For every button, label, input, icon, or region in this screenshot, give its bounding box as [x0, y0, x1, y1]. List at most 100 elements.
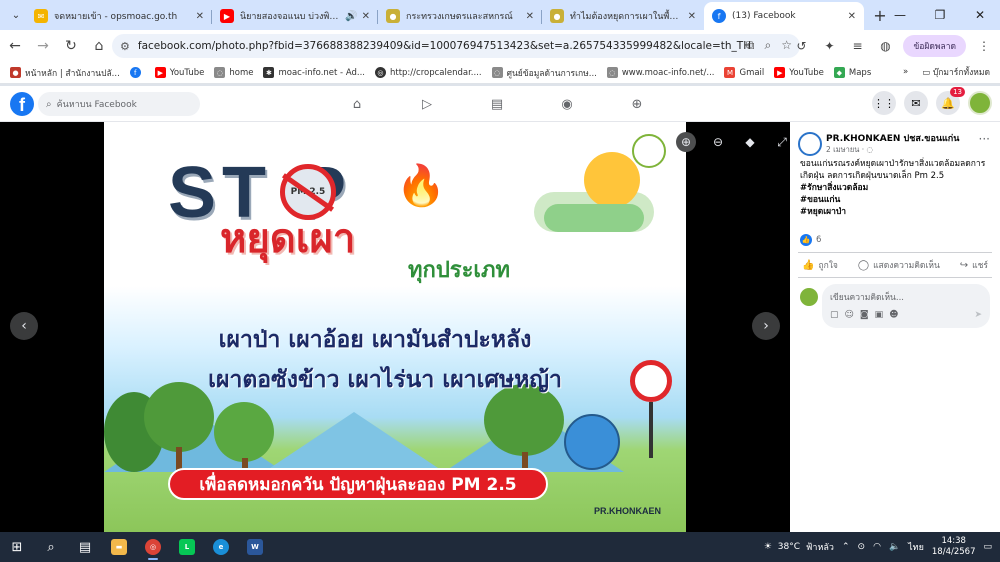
groups-icon[interactable]: ◉	[550, 92, 584, 116]
close-icon[interactable]: ✕	[688, 11, 696, 22]
camera-icon[interactable]: ◙	[860, 310, 869, 320]
sticker-icon[interactable]: ▢	[830, 310, 839, 320]
zoom-out-icon[interactable]: ⊖	[708, 132, 728, 152]
bookmark-item[interactable]: ✱ moac-info.net - Ad...	[263, 67, 365, 78]
hashtag-link[interactable]: #หยุดเผาป่า	[800, 206, 996, 218]
wifi-icon[interactable]: ◠	[873, 542, 881, 552]
install-app-icon[interactable]: ⧉	[746, 38, 755, 53]
close-icon[interactable]: ✕	[526, 11, 534, 22]
search-icon[interactable]: ⌕	[34, 532, 68, 562]
marketplace-icon[interactable]: ▤	[480, 92, 514, 116]
puzzle-icon[interactable]: ✦	[819, 33, 839, 59]
speaker-icon[interactable]: 🔊	[345, 11, 357, 22]
close-icon[interactable]: ✕	[196, 11, 204, 22]
poster-banner: เพื่อลดหมอกควัน ปัญหาฝุ่นละออง PM 2.5	[168, 468, 548, 500]
bookmark-item[interactable]: ◎ http://cropcalendar....	[374, 67, 482, 78]
photo-viewer: ‹ › ST P PM 2.5 🔥 หยุดเผา ทุกประเภท เผาป…	[0, 122, 790, 532]
video-icon[interactable]: ▷	[410, 92, 444, 116]
restore-icon[interactable]: ❐	[920, 0, 960, 30]
edge-icon[interactable]: e	[204, 532, 238, 562]
profile-icon[interactable]: ◍	[875, 33, 895, 59]
tab-facebook[interactable]: f (13) Facebook ✕	[704, 2, 864, 30]
send-icon[interactable]: ➤	[974, 310, 982, 320]
share-button[interactable]: ↪ แชร์	[960, 258, 988, 272]
error-button[interactable]: ข้อผิดพลาด	[903, 35, 966, 57]
forward-arrow-icon[interactable]: →	[30, 33, 56, 59]
bookmark-item[interactable]: ◌ www.moac-info.net/...	[606, 67, 714, 78]
more-bookmarks-icon[interactable]: »	[903, 67, 908, 77]
menu-grid-icon[interactable]: ⋮⋮	[872, 91, 896, 115]
gaming-icon[interactable]: ⊕	[620, 92, 654, 116]
tab-search-icon[interactable]: ⌄	[6, 5, 26, 25]
search-input[interactable]: ⌕ ค้นหาบน Facebook	[38, 92, 200, 116]
bookmark-item[interactable]: ● หน้าหลัก | สำนักงานปลั...	[10, 66, 120, 80]
notifications-bell-icon[interactable]: 🔔 13	[936, 87, 965, 115]
notification-icon[interactable]: ▭	[983, 542, 992, 552]
back-arrow-icon[interactable]: ←	[2, 33, 28, 59]
volume-icon[interactable]: 🔈	[889, 542, 900, 552]
minimize-icon[interactable]: —	[880, 0, 920, 30]
previous-photo-icon[interactable]: ‹	[10, 312, 38, 340]
url-text[interactable]: facebook.com/photo.php?fbid=376688388239…	[138, 40, 751, 52]
like-button[interactable]: 👍 ถูกใจ	[802, 258, 838, 272]
next-photo-icon[interactable]: ›	[752, 312, 780, 340]
earth-mascot-icon	[564, 414, 620, 470]
line-icon[interactable]: L	[170, 532, 204, 562]
weather-widget[interactable]: ☀ 38°C ฟ้าหลัว	[764, 540, 834, 554]
zoom-in-icon[interactable]: ⊕	[676, 132, 696, 152]
close-icon[interactable]: ✕	[362, 11, 370, 22]
comment-input[interactable]: เขียนความคิดเห็น... ▢ ☺ ◙ ▣ ☻ ➤	[822, 284, 990, 328]
reaction-count[interactable]: 👍 6	[800, 234, 821, 246]
bookmark-item[interactable]: ▶ YouTube	[774, 67, 824, 78]
emoji-icon[interactable]: ☺	[845, 310, 854, 320]
gif-icon[interactable]: ▣	[875, 310, 884, 320]
messenger-icon[interactable]: ✉	[904, 91, 928, 115]
word-icon[interactable]: W	[238, 532, 272, 562]
all-bookmarks-button[interactable]: ▭ บุ๊กมาร์กทั้งหมด	[922, 65, 990, 79]
tab-gmail[interactable]: ✉ จดหมายเข้า - opsmoac.go.th ✕	[26, 2, 212, 30]
fullscreen-icon[interactable]: ⤢	[772, 132, 792, 152]
windows-start-icon[interactable]: ⊞	[0, 532, 34, 562]
tab-moac[interactable]: ● กระทรวงเกษตรและสหกรณ์ ✕	[378, 2, 542, 30]
chrome-icon[interactable]: ◎	[136, 532, 170, 562]
task-view-icon[interactable]: ▤	[68, 532, 102, 562]
bookmark-item[interactable]: ▶ YouTube	[154, 67, 204, 78]
site-info-icon[interactable]: ⚙	[120, 40, 130, 53]
kebab-menu-icon[interactable]: ⋮	[974, 33, 994, 59]
page-name-link[interactable]: PR.KHONKAEN ปชส.ขอนแก่น	[826, 131, 959, 145]
bookmark-item[interactable]: ◌ home	[214, 67, 253, 78]
extension-icon[interactable]: ↺	[791, 33, 811, 59]
close-window-icon[interactable]: ✕	[960, 0, 1000, 30]
bookmark-star-icon[interactable]: ☆	[781, 38, 792, 53]
tag-icon[interactable]: ◆	[740, 132, 760, 152]
bookmark-item[interactable]: f	[129, 67, 145, 78]
avatar[interactable]	[798, 132, 822, 156]
avatar-sticker-icon[interactable]: ☻	[889, 310, 898, 320]
zoom-icon[interactable]: ⌕	[765, 38, 772, 53]
hashtag-link[interactable]: #รักษาสิ่งแวดล้อม	[800, 182, 996, 194]
input-language[interactable]: ไทย	[908, 540, 924, 554]
more-options-icon[interactable]: ···	[979, 132, 990, 146]
address-bar[interactable]: ⚙ facebook.com/photo.php?fbid=3766883882…	[112, 34, 800, 58]
bookmark-item[interactable]: ◌ ศูนย์ข้อมูลด้านการเกษ...	[491, 66, 597, 80]
tab-youtube[interactable]: ▶ นิยายสองจอแนบ บ่วงพิศวาส 🔊 ✕	[212, 2, 378, 30]
avatar[interactable]	[968, 91, 992, 115]
network-icon[interactable]: ⊙	[858, 542, 866, 552]
post-date[interactable]: 2 เมษายน · ◌	[826, 144, 873, 156]
notification-badge: 13	[950, 87, 965, 97]
facebook-logo-icon[interactable]: f	[10, 92, 34, 116]
clock[interactable]: 14:38 18/4/2567	[932, 536, 976, 558]
home-icon[interactable]: ⌂	[86, 33, 112, 59]
comment-button[interactable]: ◯ แสดงความคิดเห็น	[858, 258, 940, 272]
bookmark-item[interactable]: M Gmail	[724, 67, 764, 78]
burning-types-line-1: เผาป่า เผาอ้อย เผามันสำปะหลัง	[218, 327, 532, 353]
media-icon[interactable]: ≡	[847, 33, 867, 59]
hashtag-link[interactable]: #ขอนแก่น	[800, 194, 996, 206]
reload-icon[interactable]: ↻	[58, 33, 84, 59]
bookmark-item[interactable]: ◆ Maps	[833, 67, 871, 78]
tab-burning-article[interactable]: ● ทำไมต้องหยุดการเผาในพื้นที่การเ ✕	[542, 2, 704, 30]
file-explorer-icon[interactable]: ▬	[102, 532, 136, 562]
close-icon[interactable]: ✕	[848, 11, 856, 22]
chevron-up-icon[interactable]: ⌃	[842, 542, 850, 552]
home-icon[interactable]: ⌂	[340, 92, 374, 116]
